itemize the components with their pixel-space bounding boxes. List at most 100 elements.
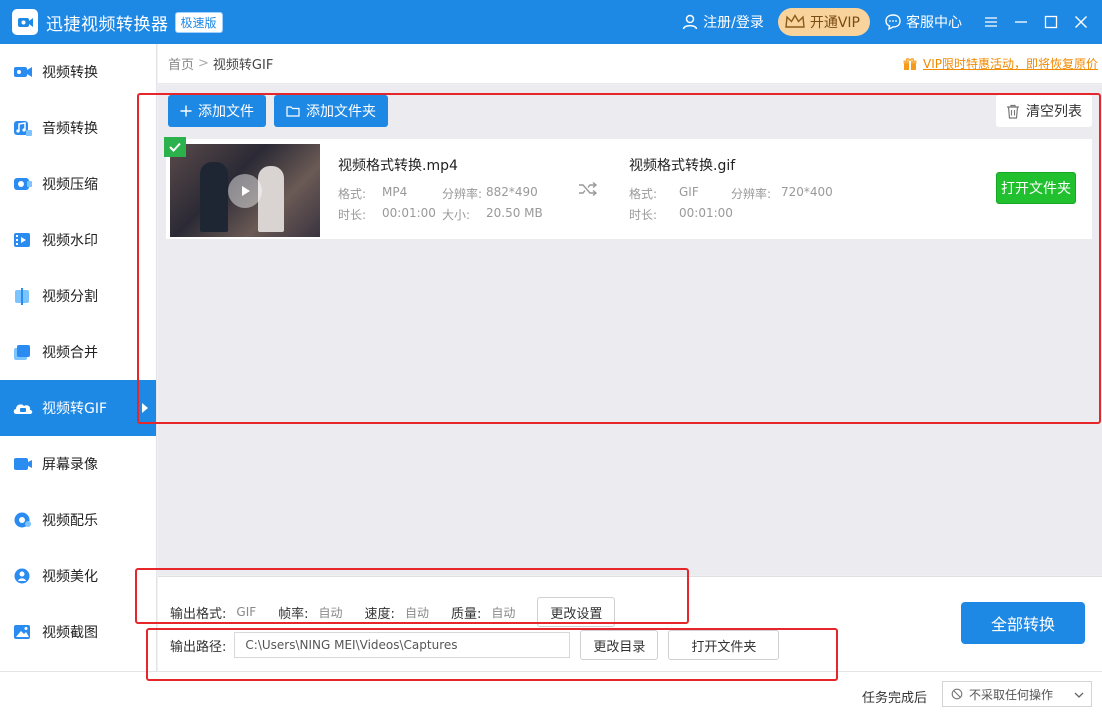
chat-icon xyxy=(885,14,901,31)
close-button[interactable] xyxy=(1066,0,1096,44)
sidebar-item-video-to-gif[interactable]: 视频转GIF xyxy=(0,380,156,436)
sidebar: 视频转换 音频转换 视频压缩 视频水印 视频分割 视频合并 视频转GIF 屏幕录… xyxy=(0,44,157,671)
convert-all-button[interactable]: 全部转换 xyxy=(961,602,1085,644)
source-size-value: 20.50 MB xyxy=(486,206,543,220)
login-button[interactable]: 注册/登录 xyxy=(681,12,764,32)
sidebar-item-label: 视频配乐 xyxy=(42,513,98,529)
source-size-label: 大小: xyxy=(442,208,471,222)
video-watermark-icon xyxy=(12,230,34,250)
change-directory-label: 更改目录 xyxy=(593,639,646,655)
sidebar-item-video-merge[interactable]: 视频合并 xyxy=(0,324,156,380)
video-compress-icon xyxy=(12,174,34,194)
menu-button[interactable] xyxy=(976,0,1006,44)
chevron-down-icon xyxy=(1074,692,1084,698)
maximize-button[interactable] xyxy=(1036,0,1066,44)
video-thumbnail[interactable] xyxy=(170,144,320,237)
change-settings-label: 更改设置 xyxy=(550,606,603,622)
screen-record-icon xyxy=(12,454,34,474)
login-label: 注册/登录 xyxy=(703,15,764,31)
edition-badge: 极速版 xyxy=(174,11,223,33)
file-list-area: 添加文件 添加文件夹 清空列表 视频格式转换.mp4 格式: MP4 分辨率: … xyxy=(158,85,1102,575)
target-resolution-label: 分辨率: xyxy=(731,187,772,201)
footer-bar: 任务完成后 不采取任何操作 xyxy=(0,671,1102,712)
crown-icon xyxy=(785,14,805,28)
open-output-folder-button[interactable]: 打开文件夹 xyxy=(668,630,780,660)
clear-list-button[interactable]: 清空列表 xyxy=(996,95,1092,127)
task-complete-select[interactable]: 不采取任何操作 xyxy=(942,681,1092,707)
sidebar-item-video-convert[interactable]: 视频转换 xyxy=(0,44,156,100)
breadcrumb-separator: > xyxy=(198,56,209,71)
thumbnail-figure xyxy=(200,162,228,232)
frame-rate-label: 帧率: xyxy=(278,606,309,622)
sidebar-item-video-compress[interactable]: 视频压缩 xyxy=(0,156,156,212)
play-icon[interactable] xyxy=(228,174,262,208)
open-folder-button[interactable]: 打开文件夹 xyxy=(996,172,1076,204)
close-icon xyxy=(1075,16,1087,28)
target-format-label: 格式: xyxy=(629,187,658,201)
sidebar-item-video-screenshot[interactable]: 视频截图 xyxy=(0,604,156,660)
source-resolution-label: 分辨率: xyxy=(442,187,483,201)
no-action-icon xyxy=(951,688,963,700)
task-complete-value: 不采取任何操作 xyxy=(969,687,1054,702)
service-label: 客服中心 xyxy=(906,15,962,31)
folder-icon xyxy=(286,106,300,117)
title-bar: 迅捷视频转换器 极速版 注册/登录 开通VIP 客服中心 xyxy=(0,0,1102,44)
change-settings-button[interactable]: 更改设置 xyxy=(537,597,616,627)
sidebar-item-label: 视频分割 xyxy=(42,289,98,305)
vip-button[interactable]: 开通VIP xyxy=(777,8,870,36)
clear-list-label: 清空列表 xyxy=(1026,104,1082,120)
output-path-field[interactable]: C:\Users\NING MEI\Videos\Captures xyxy=(234,632,571,658)
video-music-icon xyxy=(12,510,34,530)
sidebar-item-label: 视频转换 xyxy=(42,65,98,81)
add-file-button[interactable]: 添加文件 xyxy=(168,95,266,127)
sidebar-item-video-watermark[interactable]: 视频水印 xyxy=(0,212,156,268)
minimize-icon xyxy=(1015,21,1027,23)
task-complete-label: 任务完成后 xyxy=(862,691,928,706)
change-directory-button[interactable]: 更改目录 xyxy=(580,630,659,660)
add-file-label: 添加文件 xyxy=(198,104,254,120)
sidebar-item-label: 视频美化 xyxy=(42,569,98,585)
selected-check-icon[interactable] xyxy=(164,137,186,157)
breadcrumb-home[interactable]: 首页 xyxy=(168,54,194,73)
video-convert-icon xyxy=(12,62,34,82)
target-format-value: GIF xyxy=(679,185,699,199)
video-beautify-icon xyxy=(12,566,34,586)
video-to-gif-icon xyxy=(12,398,34,418)
sidebar-item-label: 屏幕录像 xyxy=(42,457,98,473)
vip-promo-link[interactable]: VIP限时特惠活动，即将恢复原价 xyxy=(903,55,1098,72)
target-duration-label: 时长: xyxy=(629,208,658,222)
video-screenshot-icon xyxy=(12,622,34,642)
promo-label: VIP限时特惠活动，即将恢复原价 xyxy=(923,57,1098,71)
plus-icon xyxy=(180,105,192,117)
sidebar-item-label: 视频压缩 xyxy=(42,177,98,193)
target-resolution-value: 720*400 xyxy=(781,185,833,199)
convert-all-label: 全部转换 xyxy=(990,615,1055,634)
sidebar-item-audio-convert[interactable]: 音频转换 xyxy=(0,100,156,156)
sidebar-item-video-split[interactable]: 视频分割 xyxy=(0,268,156,324)
hamburger-icon xyxy=(985,17,997,27)
target-duration-value: 00:01:00 xyxy=(679,206,733,220)
minimize-button[interactable] xyxy=(1006,0,1036,44)
thumbnail-figure xyxy=(258,166,284,232)
sidebar-item-video-music[interactable]: 视频配乐 xyxy=(0,492,156,548)
output-path-label: 输出路径: xyxy=(170,639,227,655)
add-folder-label: 添加文件夹 xyxy=(306,104,376,120)
frame-rate-value: 自动 xyxy=(318,605,343,620)
add-folder-button[interactable]: 添加文件夹 xyxy=(274,95,388,127)
source-duration-label: 时长: xyxy=(338,208,367,222)
output-format-value: GIF xyxy=(236,605,257,619)
user-icon xyxy=(682,14,698,30)
sidebar-item-label: 视频合并 xyxy=(42,345,98,361)
shuffle-icon xyxy=(578,181,598,201)
app-logo-icon xyxy=(12,9,38,35)
sidebar-item-screen-record[interactable]: 屏幕录像 xyxy=(0,436,156,492)
output-path-row: 输出路径: C:\Users\NING MEI\Videos\Captures … xyxy=(170,630,780,660)
source-resolution-value: 882*490 xyxy=(486,185,538,199)
speed-label: 速度: xyxy=(364,606,395,622)
customer-service-button[interactable]: 客服中心 xyxy=(884,12,962,32)
open-folder-label: 打开文件夹 xyxy=(1001,181,1071,197)
video-split-icon xyxy=(12,286,34,306)
video-merge-icon xyxy=(12,342,34,362)
speed-value: 自动 xyxy=(404,605,429,620)
sidebar-item-video-beautify[interactable]: 视频美化 xyxy=(0,548,156,604)
